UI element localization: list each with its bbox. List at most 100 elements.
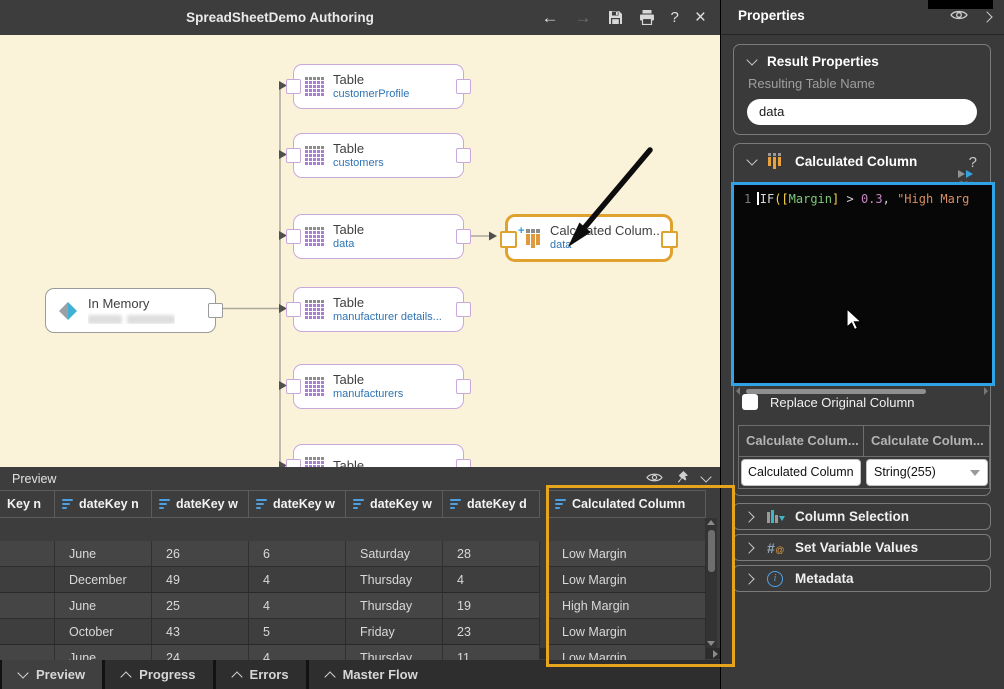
preview-cell[interactable]: 28 <box>443 541 540 567</box>
preview-cell[interactable]: 19 <box>443 593 540 619</box>
section-column-selection[interactable]: Column Selection <box>733 503 991 530</box>
table-node-manufacturers[interactable]: Tablemanufacturers <box>293 364 464 409</box>
output-port[interactable] <box>208 303 223 318</box>
column-header-datekey-w[interactable]: dateKey w <box>152 490 249 518</box>
preview-cell[interactable]: Saturday <box>346 541 443 567</box>
save-icon[interactable] <box>608 10 623 25</box>
preview-cell[interactable]: 4 <box>443 567 540 593</box>
preview-cell[interactable]: June <box>55 541 152 567</box>
preview-cell[interactable]: High Margin <box>548 593 706 619</box>
column-name-input[interactable]: Calculated Column <box>741 459 861 486</box>
output-port[interactable] <box>456 229 471 244</box>
output-port[interactable] <box>456 148 471 163</box>
chevron-right-icon <box>743 511 754 522</box>
tab-preview[interactable]: Preview <box>2 660 102 689</box>
preview-cell[interactable]: December <box>55 567 152 593</box>
tab-progress[interactable]: Progress <box>105 660 212 689</box>
chevron-right-icon <box>743 542 754 553</box>
node-title: Calculated Colum... <box>550 224 663 239</box>
filter-icon <box>256 499 267 509</box>
preview-cell[interactable]: Low Margin <box>548 619 706 645</box>
table-icon <box>305 77 324 96</box>
preview-cell[interactable] <box>0 619 55 645</box>
resulting-table-name-label: Resulting Table Name <box>748 76 990 91</box>
formula-editor[interactable]: 1IF([Margin] > 0.3, "High Marg <box>731 182 995 386</box>
input-port[interactable] <box>286 379 301 394</box>
output-port[interactable] <box>661 231 678 248</box>
help-icon[interactable]: ? <box>671 10 679 25</box>
preview-panel-title: Preview <box>12 472 56 486</box>
collapse-panel-icon[interactable] <box>700 471 711 482</box>
tab-master-flow[interactable]: Master Flow <box>309 660 720 689</box>
input-port[interactable] <box>500 231 517 248</box>
in-memory-node[interactable]: In Memory <box>45 288 216 333</box>
result-properties-header[interactable]: Result Properties <box>734 45 990 69</box>
preview-cell[interactable]: Thursday <box>346 593 443 619</box>
preview-cell[interactable]: Low Margin <box>548 567 706 593</box>
eye-icon[interactable] <box>950 8 968 26</box>
collapse-panel-icon[interactable] <box>981 11 992 22</box>
print-icon[interactable] <box>639 10 655 25</box>
preview-cell[interactable]: 49 <box>152 567 249 593</box>
preview-cell[interactable] <box>0 541 55 567</box>
calculated-column-node[interactable]: + Calculated Colum... data <box>505 214 673 262</box>
output-port[interactable] <box>456 302 471 317</box>
preview-cell[interactable]: 4 <box>249 567 346 593</box>
table-node-customers[interactable]: Tablecustomers <box>293 133 464 178</box>
preview-vscrollbar[interactable] <box>705 518 717 648</box>
preview-cell[interactable]: 23 <box>443 619 540 645</box>
replace-original-column-checkbox[interactable] <box>742 394 758 410</box>
column-header-calculated-column[interactable]: Calculated Column <box>548 490 706 518</box>
column-header-datekey-n[interactable]: dateKey n <box>55 490 152 518</box>
column-type-select[interactable]: String(255) <box>866 459 988 486</box>
text-caret <box>757 192 759 205</box>
tab-errors[interactable]: Errors <box>216 660 306 689</box>
input-port[interactable] <box>286 79 301 94</box>
preview-cell[interactable]: October <box>55 619 152 645</box>
properties-panel: Properties Result Properties Resulting T… <box>720 0 1004 689</box>
preview-cell[interactable]: June <box>55 593 152 619</box>
close-icon[interactable]: × <box>695 8 706 27</box>
preview-cell[interactable]: Low Margin <box>548 541 706 567</box>
chevron-right-icon <box>743 573 754 584</box>
section-set-variable-values[interactable]: #@Set Variable Values <box>733 534 991 561</box>
column-header-datekey-d[interactable]: dateKey d <box>443 490 540 518</box>
code-token-bracket: [ <box>781 192 788 206</box>
table-node-data[interactable]: Tabledata <box>293 214 464 259</box>
preview-cell[interactable]: 43 <box>152 619 249 645</box>
flow-canvas[interactable]: TablecustomerProfile Tablecustomers Tabled… <box>0 35 720 467</box>
chevron-down-icon <box>746 154 757 165</box>
resulting-table-name-input[interactable]: data <box>747 99 977 125</box>
preview-cell[interactable] <box>0 593 55 619</box>
eye-icon[interactable] <box>646 470 663 488</box>
table-node-customerProfile[interactable]: TablecustomerProfile <box>293 64 464 109</box>
preview-cell[interactable]: 6 <box>249 541 346 567</box>
column-header-datekey-w[interactable]: dateKey w <box>346 490 443 518</box>
input-port[interactable] <box>286 302 301 317</box>
filter-icon <box>353 499 364 509</box>
back-icon[interactable]: ← <box>542 9 559 26</box>
chevron-down-icon <box>17 667 28 678</box>
preview-cell[interactable]: 25 <box>152 593 249 619</box>
output-port[interactable] <box>456 79 471 94</box>
section-metadata[interactable]: iMetadata <box>733 565 991 592</box>
preview-cell[interactable]: Thursday <box>346 567 443 593</box>
column-header-datekey-w[interactable]: dateKey w <box>249 490 346 518</box>
column-header-key-n[interactable]: Key n <box>0 490 55 518</box>
input-port[interactable] <box>286 459 301 467</box>
preview-cell[interactable]: 4 <box>249 593 346 619</box>
input-port[interactable] <box>286 229 301 244</box>
tab-label: Errors <box>250 667 289 682</box>
preview-cell[interactable]: Friday <box>346 619 443 645</box>
input-port[interactable] <box>286 148 301 163</box>
preview-cell[interactable] <box>0 567 55 593</box>
node-title: Table <box>333 459 364 467</box>
pin-icon[interactable] <box>677 470 688 488</box>
forward-icon[interactable]: → <box>575 9 592 26</box>
preview-cell[interactable]: 5 <box>249 619 346 645</box>
preview-cell[interactable]: 26 <box>152 541 249 567</box>
table-node-partial[interactable]: Table <box>293 444 464 467</box>
output-port[interactable] <box>456 379 471 394</box>
table-node-manufacturer details...[interactable]: Tablemanufacturer details... <box>293 287 464 332</box>
output-port[interactable] <box>456 459 471 467</box>
